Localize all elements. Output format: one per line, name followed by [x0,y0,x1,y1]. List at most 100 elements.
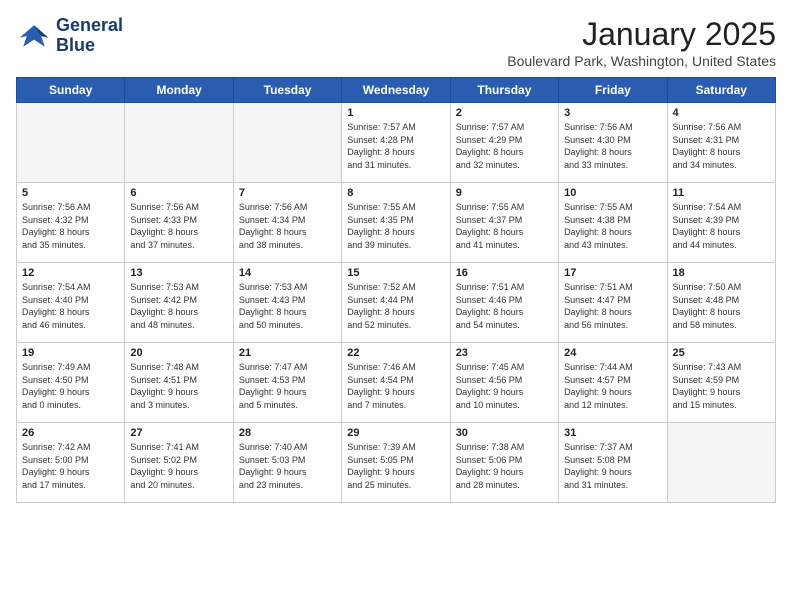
weekday-header-saturday: Saturday [667,78,775,103]
day-info: Sunrise: 7:53 AMSunset: 4:42 PMDaylight:… [130,281,227,331]
calendar-week-3: 19Sunrise: 7:49 AMSunset: 4:50 PMDayligh… [17,343,776,423]
day-info: Sunrise: 7:37 AMSunset: 5:08 PMDaylight:… [564,441,661,491]
calendar-cell: 9Sunrise: 7:55 AMSunset: 4:37 PMDaylight… [450,183,558,263]
day-number: 7 [239,187,336,199]
weekday-header-friday: Friday [559,78,667,103]
day-number: 12 [22,267,119,279]
logo-icon [16,18,52,54]
calendar-cell: 30 Sunrise: 7:38 AMSunset: 5:06 PMDayligh… [450,423,558,503]
calendar-cell [125,103,233,183]
day-info: Sunrise: 7:56 AMSunset: 4:33 PMDaylight:… [130,201,227,251]
calendar-cell: 14Sunrise: 7:53 AMSunset: 4:43 PMDayligh… [233,263,341,343]
day-info: Sunrise: 7:47 AMSunset: 4:53 PMDaylight:… [239,361,336,411]
day-info: Sunrise: 7:42 AMSunset: 5:00 PMDaylight:… [22,441,119,491]
calendar-cell: 13 Sunrise: 7:53 AMSunset: 4:42 PMDayligh… [125,263,233,343]
calendar-cell: 21 Sunrise: 7:47 AMSunset: 4:53 PMDayligh… [233,343,341,423]
logo-text: General Blue [56,16,123,56]
day-number: 17 [564,267,661,279]
calendar-cell: 25Sunrise: 7:43 AMSunset: 4:59 PMDayligh… [667,343,775,423]
day-info: Sunrise: 7:48 AMSunset: 4:51 PMDaylight:… [130,361,227,411]
calendar-cell: 12 Sunrise: 7:54 AMSunset: 4:40 PMDayligh… [17,263,125,343]
calendar-cell: 23 Sunrise: 7:45 AMSunset: 4:56 PMDayligh… [450,343,558,423]
day-number: 22 [347,347,444,359]
calendar-cell: 11Sunrise: 7:54 AMSunset: 4:39 PMDayligh… [667,183,775,263]
day-info: Sunrise: 7:55 AMSunset: 4:38 PMDaylight:… [564,201,661,251]
page-header: General Blue January 2025 Boulevard Park… [16,16,776,69]
calendar-cell: 24 Sunrise: 7:44 AMSunset: 4:57 PMDayligh… [559,343,667,423]
day-number: 6 [130,187,227,199]
calendar-table: SundayMondayTuesdayWednesdayThursdayFrid… [16,77,776,503]
calendar-cell: 15 Sunrise: 7:52 AMSunset: 4:44 PMDayligh… [342,263,450,343]
calendar-cell: 29 Sunrise: 7:39 AMSunset: 5:05 PMDayligh… [342,423,450,503]
day-info: Sunrise: 7:51 AMSunset: 4:47 PMDaylight:… [564,281,661,331]
day-info: Sunrise: 7:44 AMSunset: 4:57 PMDaylight:… [564,361,661,411]
weekday-header-monday: Monday [125,78,233,103]
day-info: Sunrise: 7:49 AMSunset: 4:50 PMDaylight:… [22,361,119,411]
day-number: 24 [564,347,661,359]
day-info: Sunrise: 7:56 AMSunset: 4:34 PMDaylight:… [239,201,336,251]
calendar-cell [233,103,341,183]
month-title: January 2025 [507,16,776,53]
day-info: Sunrise: 7:54 AMSunset: 4:40 PMDaylight:… [22,281,119,331]
day-info: Sunrise: 7:46 AMSunset: 4:54 PMDaylight:… [347,361,444,411]
day-number: 21 [239,347,336,359]
calendar-cell: 5 Sunrise: 7:56 AMSunset: 4:32 PMDaylight… [17,183,125,263]
location: Boulevard Park, Washington, United State… [507,53,776,69]
weekday-header-tuesday: Tuesday [233,78,341,103]
calendar-cell: 31 Sunrise: 7:37 AMSunset: 5:08 PMDayligh… [559,423,667,503]
calendar-cell: 26 Sunrise: 7:42 AMSunset: 5:00 PMDayligh… [17,423,125,503]
day-number: 18 [673,267,770,279]
day-number: 9 [456,187,553,199]
day-number: 20 [130,347,227,359]
day-number: 15 [347,267,444,279]
day-info: Sunrise: 7:39 AMSunset: 5:05 PMDaylight:… [347,441,444,491]
day-number: 25 [673,347,770,359]
weekday-header-row: SundayMondayTuesdayWednesdayThursdayFrid… [17,78,776,103]
day-number: 30 [456,427,553,439]
calendar-cell: 18Sunrise: 7:50 AMSunset: 4:48 PMDayligh… [667,263,775,343]
calendar-cell: 10Sunrise: 7:55 AMSunset: 4:38 PMDayligh… [559,183,667,263]
day-number: 8 [347,187,444,199]
calendar-cell [17,103,125,183]
calendar-week-2: 12 Sunrise: 7:54 AMSunset: 4:40 PMDayligh… [17,263,776,343]
day-number: 13 [130,267,227,279]
calendar-cell [667,423,775,503]
day-number: 1 [347,107,444,119]
day-info: Sunrise: 7:54 AMSunset: 4:39 PMDaylight:… [673,201,770,251]
day-number: 4 [673,107,770,119]
calendar-cell: 19Sunrise: 7:49 AMSunset: 4:50 PMDayligh… [17,343,125,423]
day-number: 31 [564,427,661,439]
calendar-cell: 1Sunrise: 7:57 AMSunset: 4:28 PMDaylight… [342,103,450,183]
calendar-cell: 20 Sunrise: 7:48 AMSunset: 4:51 PMDayligh… [125,343,233,423]
day-number: 27 [130,427,227,439]
calendar-cell: 17 Sunrise: 7:51 AMSunset: 4:47 PMDayligh… [559,263,667,343]
day-info: Sunrise: 7:45 AMSunset: 4:56 PMDaylight:… [456,361,553,411]
calendar-cell: 22 Sunrise: 7:46 AMSunset: 4:54 PMDayligh… [342,343,450,423]
day-info: Sunrise: 7:51 AMSunset: 4:46 PMDaylight:… [456,281,553,331]
day-info: Sunrise: 7:55 AMSunset: 4:35 PMDaylight:… [347,201,444,251]
weekday-header-sunday: Sunday [17,78,125,103]
day-number: 29 [347,427,444,439]
weekday-header-thursday: Thursday [450,78,558,103]
calendar-cell: 16Sunrise: 7:51 AMSunset: 4:46 PMDayligh… [450,263,558,343]
day-info: Sunrise: 7:40 AMSunset: 5:03 PMDaylight:… [239,441,336,491]
day-info: Sunrise: 7:56 AMSunset: 4:32 PMDaylight:… [22,201,119,251]
day-info: Sunrise: 7:52 AMSunset: 4:44 PMDaylight:… [347,281,444,331]
calendar-cell: 28 Sunrise: 7:40 AMSunset: 5:03 PMDayligh… [233,423,341,503]
calendar-week-1: 5 Sunrise: 7:56 AMSunset: 4:32 PMDaylight… [17,183,776,263]
day-number: 28 [239,427,336,439]
day-number: 5 [22,187,119,199]
calendar-cell: 4 Sunrise: 7:56 AMSunset: 4:31 PMDaylight… [667,103,775,183]
calendar-cell: 2Sunrise: 7:57 AMSunset: 4:29 PMDaylight… [450,103,558,183]
title-area: January 2025 Boulevard Park, Washington,… [507,16,776,69]
day-number: 3 [564,107,661,119]
day-info: Sunrise: 7:56 AMSunset: 4:30 PMDaylight:… [564,121,661,171]
day-info: Sunrise: 7:38 AMSunset: 5:06 PMDaylight:… [456,441,553,491]
calendar-cell: 8 Sunrise: 7:55 AMSunset: 4:35 PMDaylight… [342,183,450,263]
day-info: Sunrise: 7:57 AMSunset: 4:29 PMDaylight:… [456,121,553,171]
day-number: 26 [22,427,119,439]
day-info: Sunrise: 7:56 AMSunset: 4:31 PMDaylight:… [673,121,770,171]
day-number: 23 [456,347,553,359]
calendar-cell: 7 Sunrise: 7:56 AMSunset: 4:34 PMDaylight… [233,183,341,263]
day-info: Sunrise: 7:53 AMSunset: 4:43 PMDaylight:… [239,281,336,331]
